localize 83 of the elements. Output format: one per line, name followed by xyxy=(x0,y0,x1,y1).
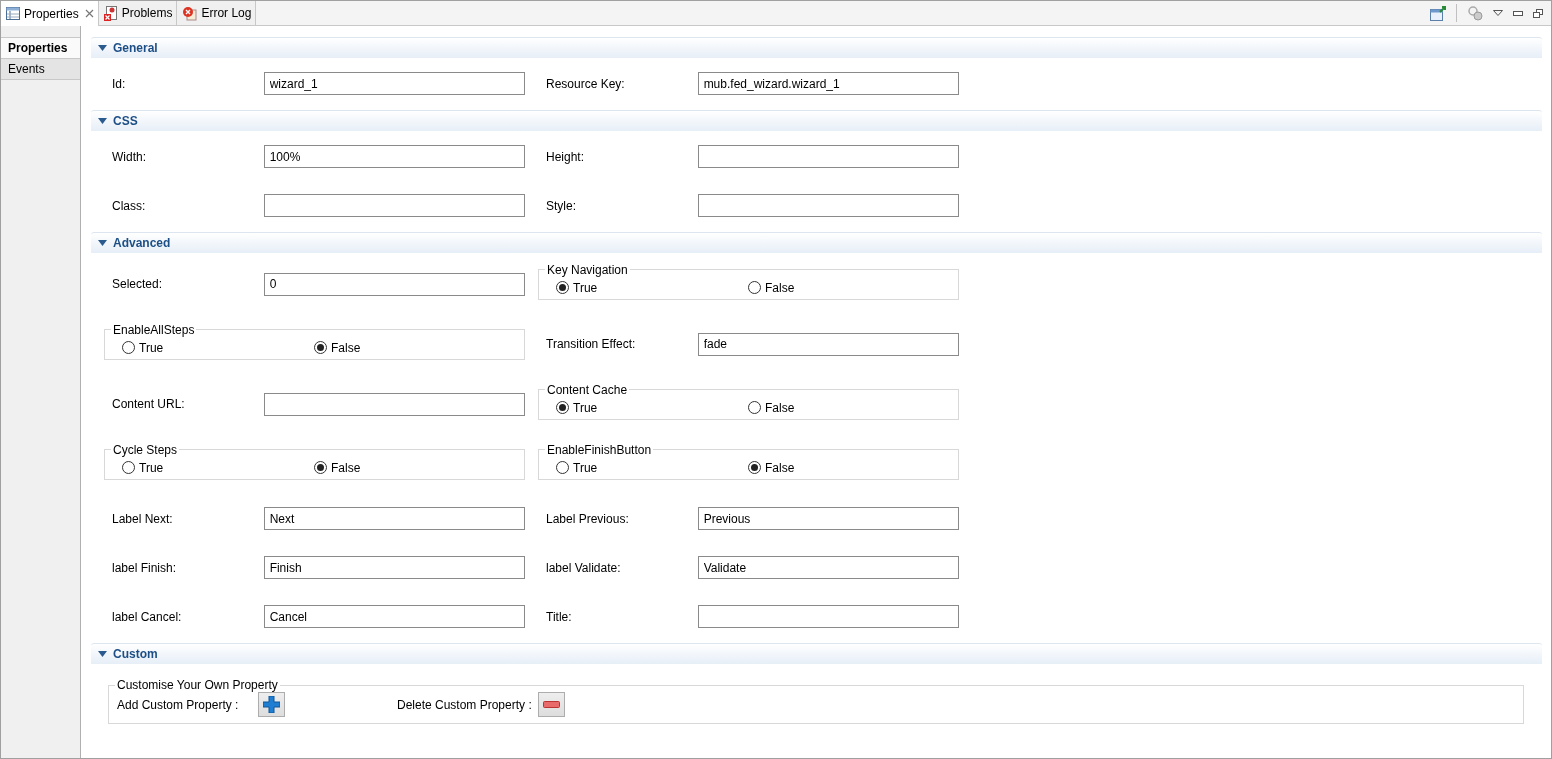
radio-option[interactable]: True xyxy=(556,460,748,475)
group-legend: Content Cache xyxy=(545,382,630,397)
group-legend: EnableFinishButton xyxy=(545,442,654,457)
radio-button[interactable] xyxy=(314,461,327,474)
radio-option[interactable]: False xyxy=(748,400,940,415)
field-label: Resource Key: xyxy=(546,76,626,91)
text-field[interactable]: fade xyxy=(697,332,959,356)
sidebar-tab[interactable]: Events xyxy=(1,58,80,80)
radio-button[interactable] xyxy=(556,281,569,294)
radio-button[interactable] xyxy=(122,341,135,354)
radio-option[interactable]: True xyxy=(556,280,748,295)
table-icon xyxy=(6,7,20,20)
radio-option[interactable]: True xyxy=(122,460,314,475)
text-field[interactable]: mub.fed_wizard.wizard_1 xyxy=(697,72,959,95)
section-header[interactable]: Advanced xyxy=(91,232,1542,253)
action-label: Delete Custom Property : xyxy=(397,697,533,712)
view-tab[interactable]: Problems xyxy=(98,1,178,25)
field-label: Width: xyxy=(112,149,147,164)
text-field[interactable]: Validate xyxy=(697,556,959,579)
text-field[interactable]: 100% xyxy=(263,145,525,168)
dropdown-triangle-icon[interactable] xyxy=(1493,10,1503,16)
radio-button[interactable] xyxy=(314,341,327,354)
field-label: Height: xyxy=(546,149,586,164)
group-legend: Key Navigation xyxy=(545,262,630,277)
text-field[interactable] xyxy=(263,194,525,217)
radio-option[interactable]: False xyxy=(748,280,940,295)
text-field[interactable]: Finish xyxy=(263,556,525,579)
text-field[interactable] xyxy=(263,392,525,416)
field-label: Title: xyxy=(546,609,573,624)
field-label: label Cancel: xyxy=(112,609,183,624)
radio-button[interactable] xyxy=(748,461,761,474)
text-field[interactable]: Next xyxy=(263,507,525,530)
add-button[interactable] xyxy=(258,692,285,717)
radio-option[interactable]: True xyxy=(122,340,314,355)
field-label: Label Next: xyxy=(112,511,174,526)
group-legend: Cycle Steps xyxy=(111,442,180,457)
pin-window-icon[interactable] xyxy=(1430,5,1446,21)
error-document-icon xyxy=(103,5,118,21)
field-label: Style: xyxy=(546,198,577,213)
view-tab[interactable]: Error Log xyxy=(177,1,257,25)
text-field[interactable]: Previous xyxy=(697,507,959,530)
view-tab[interactable]: Properties xyxy=(1,1,99,26)
field-label: Id: xyxy=(112,76,127,91)
radio-button[interactable] xyxy=(748,281,761,294)
group-legend: Customise Your Own Property xyxy=(115,678,280,692)
collapse-triangle-icon[interactable] xyxy=(98,118,107,124)
radio-option[interactable]: False xyxy=(314,460,506,475)
field-label: Selected: xyxy=(112,277,164,291)
radio-button[interactable] xyxy=(122,461,135,474)
radio-button[interactable] xyxy=(556,401,569,414)
group-legend: EnableAllSteps xyxy=(111,322,197,337)
action-label: Add Custom Property : xyxy=(117,697,240,712)
error-log-icon xyxy=(182,5,198,21)
field-label: label Validate: xyxy=(546,560,622,575)
text-field[interactable] xyxy=(697,194,959,217)
radio-button[interactable] xyxy=(556,461,569,474)
text-field[interactable] xyxy=(697,145,959,168)
radio-option[interactable]: True xyxy=(556,400,748,415)
collapse-triangle-icon[interactable] xyxy=(98,45,107,51)
field-label: Label Previous: xyxy=(546,511,630,526)
field-label: label Finish: xyxy=(112,560,178,575)
section-header[interactable]: Custom xyxy=(91,643,1542,664)
text-field[interactable] xyxy=(697,605,959,628)
section-header[interactable]: General xyxy=(91,37,1542,58)
sidebar-tab[interactable]: Properties xyxy=(1,37,80,59)
delete-button[interactable] xyxy=(538,692,565,717)
restore-icon[interactable] xyxy=(1533,8,1543,18)
section-header[interactable]: CSS xyxy=(91,110,1542,131)
plus-icon xyxy=(263,696,280,713)
close-icon[interactable] xyxy=(84,9,94,18)
field-label: Content URL: xyxy=(112,397,186,411)
minus-icon xyxy=(543,701,560,708)
collapse-triangle-icon[interactable] xyxy=(98,240,107,246)
text-field[interactable]: 0 xyxy=(263,272,525,296)
field-label: Class: xyxy=(112,198,147,213)
field-label: Transition Effect: xyxy=(546,337,637,351)
radio-option[interactable]: False xyxy=(748,460,940,475)
text-field[interactable]: Cancel xyxy=(263,605,525,628)
minimize-icon[interactable] xyxy=(1513,10,1523,16)
collapse-triangle-icon[interactable] xyxy=(98,651,107,657)
radio-button[interactable] xyxy=(748,401,761,414)
radio-option[interactable]: False xyxy=(314,340,506,355)
text-field[interactable]: wizard_1 xyxy=(263,72,525,95)
